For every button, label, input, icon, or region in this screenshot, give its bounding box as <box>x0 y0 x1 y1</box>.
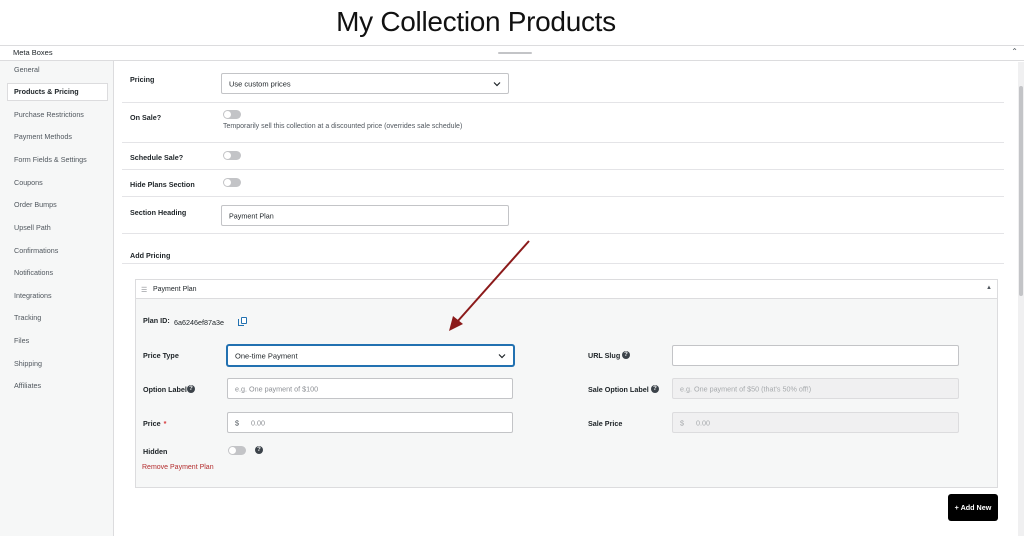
drag-handle[interactable] <box>498 52 532 54</box>
option-label-label: Option Label <box>143 385 187 394</box>
pricing-label: Pricing <box>130 75 155 84</box>
divider <box>122 263 1004 264</box>
required-marker: * <box>163 419 167 428</box>
payment-plan-header[interactable]: ☰ Payment Plan ▲ <box>136 280 997 299</box>
sale-option-label-input[interactable]: e.g. One payment of $50 (that's 50% off!… <box>672 378 959 399</box>
metabox-title: Meta Boxes <box>13 48 53 57</box>
question-circle-icon[interactable]: ? <box>622 351 630 359</box>
caret-up-icon[interactable]: ⌃ <box>1011 47 1018 56</box>
scrollbar[interactable] <box>1018 62 1024 536</box>
price-label: Price * <box>143 419 167 428</box>
hidden-label: Hidden <box>143 447 168 456</box>
sale-price-label: Sale Price <box>588 419 623 428</box>
pricing-select-value: Use custom prices <box>229 79 291 88</box>
sale-option-label-label: Sale Option Label <box>588 385 649 394</box>
currency-prefix: $ <box>235 418 239 427</box>
divider <box>122 233 1004 234</box>
schedule-sale-label: Schedule Sale? <box>130 153 184 162</box>
price-input[interactable]: $ 0.00 <box>227 412 513 433</box>
url-slug-input[interactable] <box>672 345 959 366</box>
plan-id-label: Plan ID: <box>143 316 170 325</box>
sidebar-item-general[interactable]: General <box>0 61 114 79</box>
hidden-toggle[interactable] <box>228 446 246 455</box>
price-type-select[interactable]: One-time Payment <box>227 345 514 366</box>
price-placeholder: 0.00 <box>251 418 265 427</box>
sidebar-item-tracking[interactable]: Tracking <box>0 309 114 327</box>
add-pricing-label: Add Pricing <box>130 251 171 260</box>
question-circle-icon[interactable]: ? <box>187 385 195 393</box>
sidebar-item-coupons[interactable]: Coupons <box>0 174 114 192</box>
divider <box>122 142 1004 143</box>
url-slug-label: URL Slug <box>588 351 621 360</box>
scrollbar-thumb[interactable] <box>1019 86 1023 296</box>
sidebar: General Products & Pricing Purchase Rest… <box>0 61 114 536</box>
sidebar-item-purchase-restrictions[interactable]: Purchase Restrictions <box>0 106 114 124</box>
section-heading-value: Payment Plan <box>229 211 274 220</box>
caret-up-icon[interactable]: ▲ <box>986 285 992 291</box>
sale-option-label-placeholder: e.g. One payment of $50 (that's 50% off!… <box>680 384 812 393</box>
sidebar-item-shipping[interactable]: Shipping <box>0 355 114 373</box>
on-sale-label: On Sale? <box>130 113 162 122</box>
sidebar-item-form-fields[interactable]: Form Fields & Settings <box>0 151 114 169</box>
sale-price-input[interactable]: $ 0.00 <box>672 412 959 433</box>
sidebar-item-notifications[interactable]: Notifications <box>0 264 114 282</box>
divider <box>122 102 1004 103</box>
hide-plans-toggle[interactable] <box>223 178 241 187</box>
plan-id-value: 6a6246ef87a3e <box>174 318 224 327</box>
copy-icon[interactable] <box>238 317 247 326</box>
add-new-button[interactable]: + Add New <box>948 494 998 521</box>
divider <box>122 169 1004 170</box>
question-circle-icon[interactable]: ? <box>255 446 263 454</box>
sidebar-item-confirmations[interactable]: Confirmations <box>0 242 114 260</box>
currency-prefix: $ <box>680 418 684 427</box>
section-heading-label: Section Heading <box>130 208 187 217</box>
sidebar-item-integrations[interactable]: Integrations <box>0 287 114 305</box>
sidebar-item-payment-methods[interactable]: Payment Methods <box>0 128 114 146</box>
sidebar-item-products-pricing[interactable]: Products & Pricing <box>7 83 108 101</box>
sidebar-item-files[interactable]: Files <box>0 332 114 350</box>
sale-price-placeholder: 0.00 <box>696 418 710 427</box>
payment-plan-title: Payment Plan <box>153 286 197 293</box>
sidebar-item-order-bumps[interactable]: Order Bumps <box>0 196 114 214</box>
divider <box>122 196 1004 197</box>
schedule-sale-toggle[interactable] <box>223 151 241 160</box>
remove-payment-plan-link[interactable]: Remove Payment Plan <box>142 464 214 471</box>
pricing-select[interactable]: Use custom prices <box>221 73 509 94</box>
menu-icon[interactable]: ☰ <box>141 286 147 294</box>
option-label-placeholder: e.g. One payment of $100 <box>235 384 319 393</box>
hide-plans-label: Hide Plans Section <box>130 180 195 189</box>
chevron-down-icon <box>498 353 506 358</box>
metabox-header: Meta Boxes ⌃ <box>0 45 1024 61</box>
price-type-value: One-time Payment <box>235 351 298 360</box>
price-type-label: Price Type <box>143 351 179 360</box>
page-title: My Collection Products <box>336 6 616 37</box>
section-heading-input[interactable]: Payment Plan <box>221 205 509 226</box>
on-sale-help-text: Temporarily sell this collection at a di… <box>223 123 463 130</box>
on-sale-toggle[interactable] <box>223 110 241 119</box>
question-circle-icon[interactable]: ? <box>651 385 659 393</box>
sidebar-item-affiliates[interactable]: Affiliates <box>0 377 114 395</box>
option-label-input[interactable]: e.g. One payment of $100 <box>227 378 513 399</box>
chevron-down-icon <box>493 81 501 86</box>
sidebar-item-upsell-path[interactable]: Upsell Path <box>0 219 114 237</box>
